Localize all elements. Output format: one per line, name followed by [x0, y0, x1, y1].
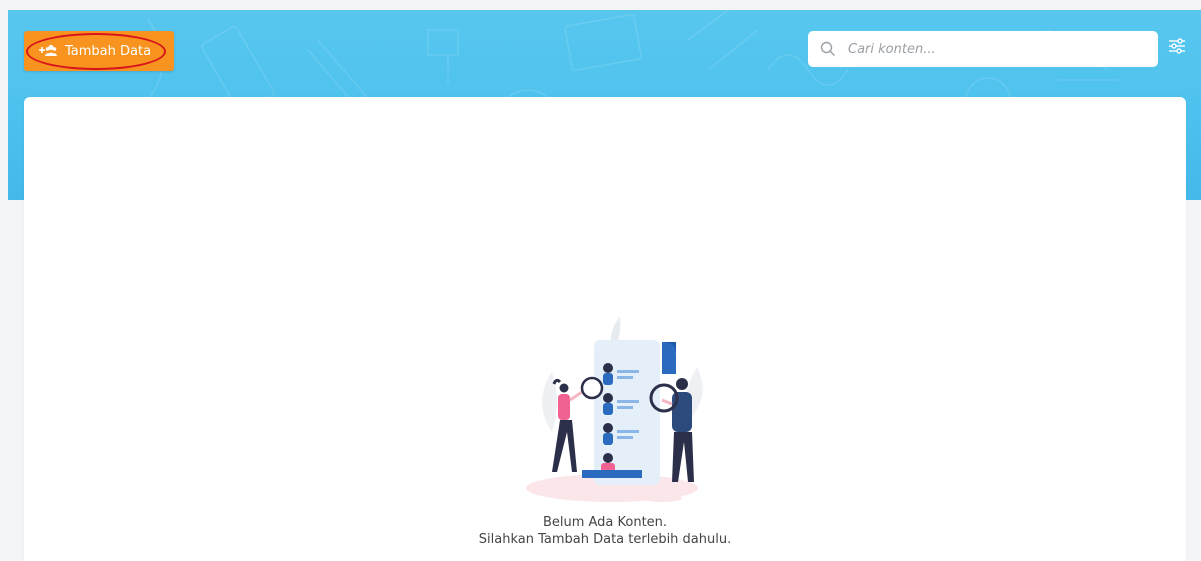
empty-state-subtitle: Silahkan Tambah Data terlebih dahulu.: [478, 532, 732, 547]
empty-state-title: Belum Ada Konten.: [542, 515, 668, 530]
search-box[interactable]: [808, 31, 1158, 67]
search-input[interactable]: [848, 34, 1158, 64]
add-data-label: Tambah Data: [65, 43, 152, 59]
sliders-icon: [1168, 37, 1186, 59]
content-card: Belum Ada Konten. Silahkan Tambah Data t…: [24, 97, 1186, 561]
filter-button[interactable]: [1166, 36, 1188, 60]
search-icon: [808, 31, 848, 67]
empty-content-illustration: [526, 317, 703, 502]
add-data-button[interactable]: Tambah Data: [24, 31, 174, 71]
user-group-plus-icon: [39, 44, 59, 58]
